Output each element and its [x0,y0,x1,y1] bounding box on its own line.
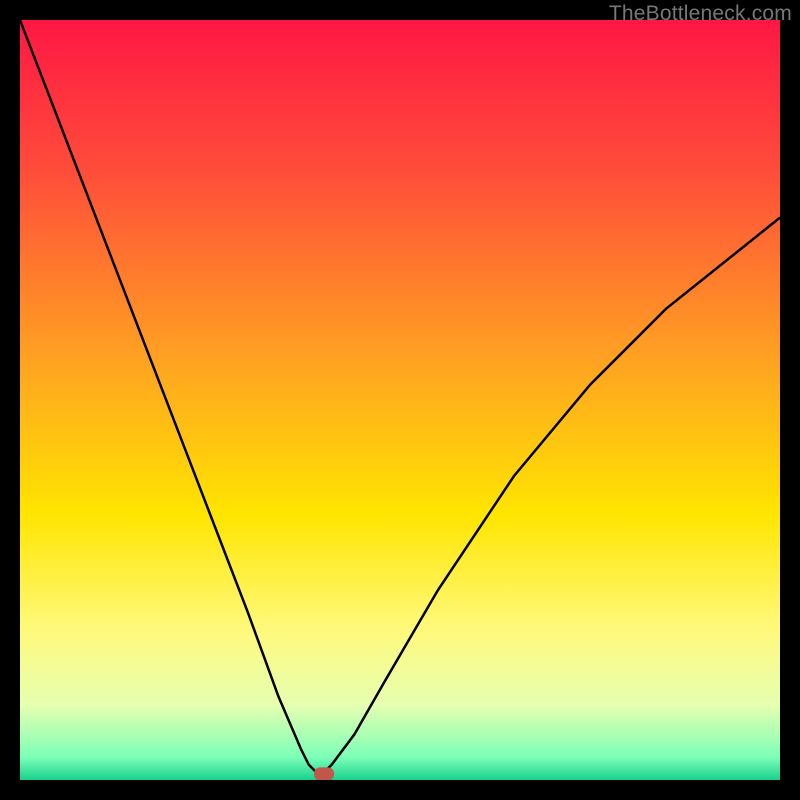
chart-container [20,20,780,780]
watermark-text: TheBottleneck.com [609,2,792,26]
bottleneck-chart [20,20,780,780]
chart-background [20,20,780,780]
optimum-marker [314,767,334,780]
